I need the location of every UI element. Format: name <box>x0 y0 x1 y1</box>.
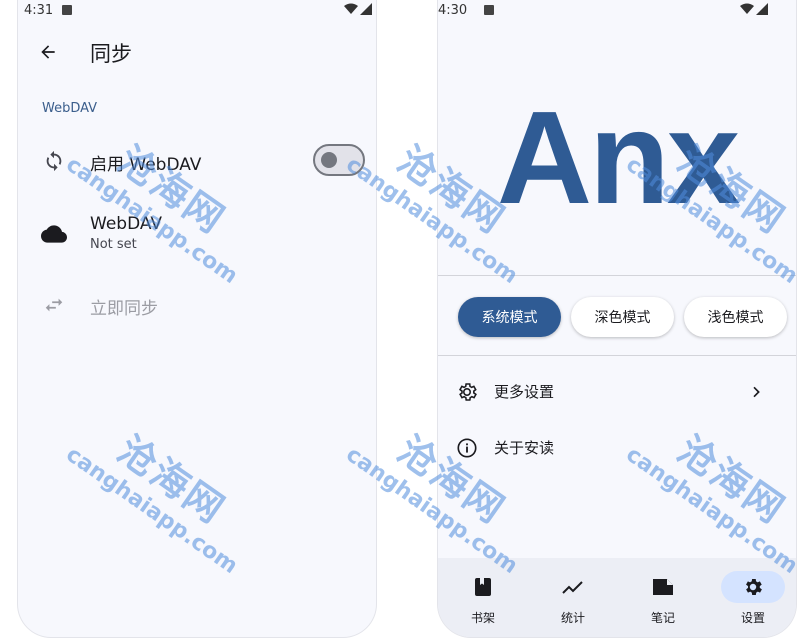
nav-settings-label: 设置 <box>740 611 765 625</box>
webdav-subtitle: Not set <box>90 237 137 252</box>
nav-bookshelf-label: 书架 <box>470 611 495 625</box>
status-time: 4:31 <box>24 3 54 18</box>
status-bar: 4:31 <box>18 0 376 22</box>
note-icon <box>631 571 695 603</box>
book-icon <box>451 571 515 603</box>
sync-screen: 4:31 同步 WebDAV 启用 WebDAV WebDAV Not set … <box>17 0 377 638</box>
status-icons <box>344 3 372 15</box>
status-time: 4:30 <box>438 3 468 18</box>
divider <box>438 275 796 276</box>
notification-icon <box>484 5 494 15</box>
swap-arrows-icon <box>40 291 68 319</box>
status-bar: 4:30 <box>438 0 796 22</box>
arrow-back-icon <box>41 45 55 59</box>
page-title: 同步 <box>90 42 132 66</box>
nav-notes-label: 笔记 <box>650 611 675 625</box>
trending-icon <box>541 571 605 603</box>
app-logo-text: Anx <box>496 84 740 231</box>
webdav-config-row[interactable]: WebDAV Not set <box>18 206 376 262</box>
nav-settings[interactable]: 设置 <box>708 558 796 637</box>
cloud-icon <box>40 220 68 248</box>
info-icon <box>454 435 480 461</box>
theme-system-button[interactable]: 系统模式 <box>458 297 561 337</box>
sync-now-label: 立即同步 <box>90 299 158 319</box>
sync-icon <box>40 147 68 175</box>
theme-dark-button[interactable]: 深色模式 <box>571 297 674 337</box>
section-header-webdav: WebDAV <box>42 101 98 116</box>
signal-icon <box>360 3 372 15</box>
settings-screen: 4:30 Anx 系统模式 深色模式 浅色模式 更多设置 关于安读 书架 统计 … <box>437 0 797 638</box>
nav-statistics-label: 统计 <box>560 611 585 625</box>
status-icons <box>740 3 768 15</box>
theme-light-button[interactable]: 浅色模式 <box>684 297 787 337</box>
wifi-icon <box>344 3 358 14</box>
nav-notes[interactable]: 笔记 <box>618 558 708 637</box>
more-settings-label: 更多设置 <box>494 383 555 401</box>
enable-webdav-label: 启用 WebDAV <box>90 155 202 175</box>
webdav-title: WebDAV <box>90 214 163 234</box>
nav-bookshelf[interactable]: 书架 <box>438 558 528 637</box>
about-label: 关于安读 <box>494 439 555 457</box>
switch-knob <box>321 152 337 168</box>
gear-icon <box>454 379 480 405</box>
enable-webdav-switch[interactable] <box>313 144 365 176</box>
signal-icon <box>756 3 768 15</box>
back-button[interactable] <box>34 38 62 66</box>
settings-icon <box>721 571 785 603</box>
sync-now-row[interactable]: 立即同步 <box>18 277 376 333</box>
wifi-icon <box>740 3 754 14</box>
app-bar: 同步 <box>18 30 376 74</box>
bottom-navigation: 书架 统计 笔记 设置 <box>438 558 796 637</box>
divider <box>438 355 796 356</box>
nav-statistics[interactable]: 统计 <box>528 558 618 637</box>
more-settings-row[interactable]: 更多设置 <box>438 365 796 419</box>
chevron-right-icon <box>744 380 768 404</box>
about-row[interactable]: 关于安读 <box>438 421 796 475</box>
notification-icon <box>62 5 72 15</box>
